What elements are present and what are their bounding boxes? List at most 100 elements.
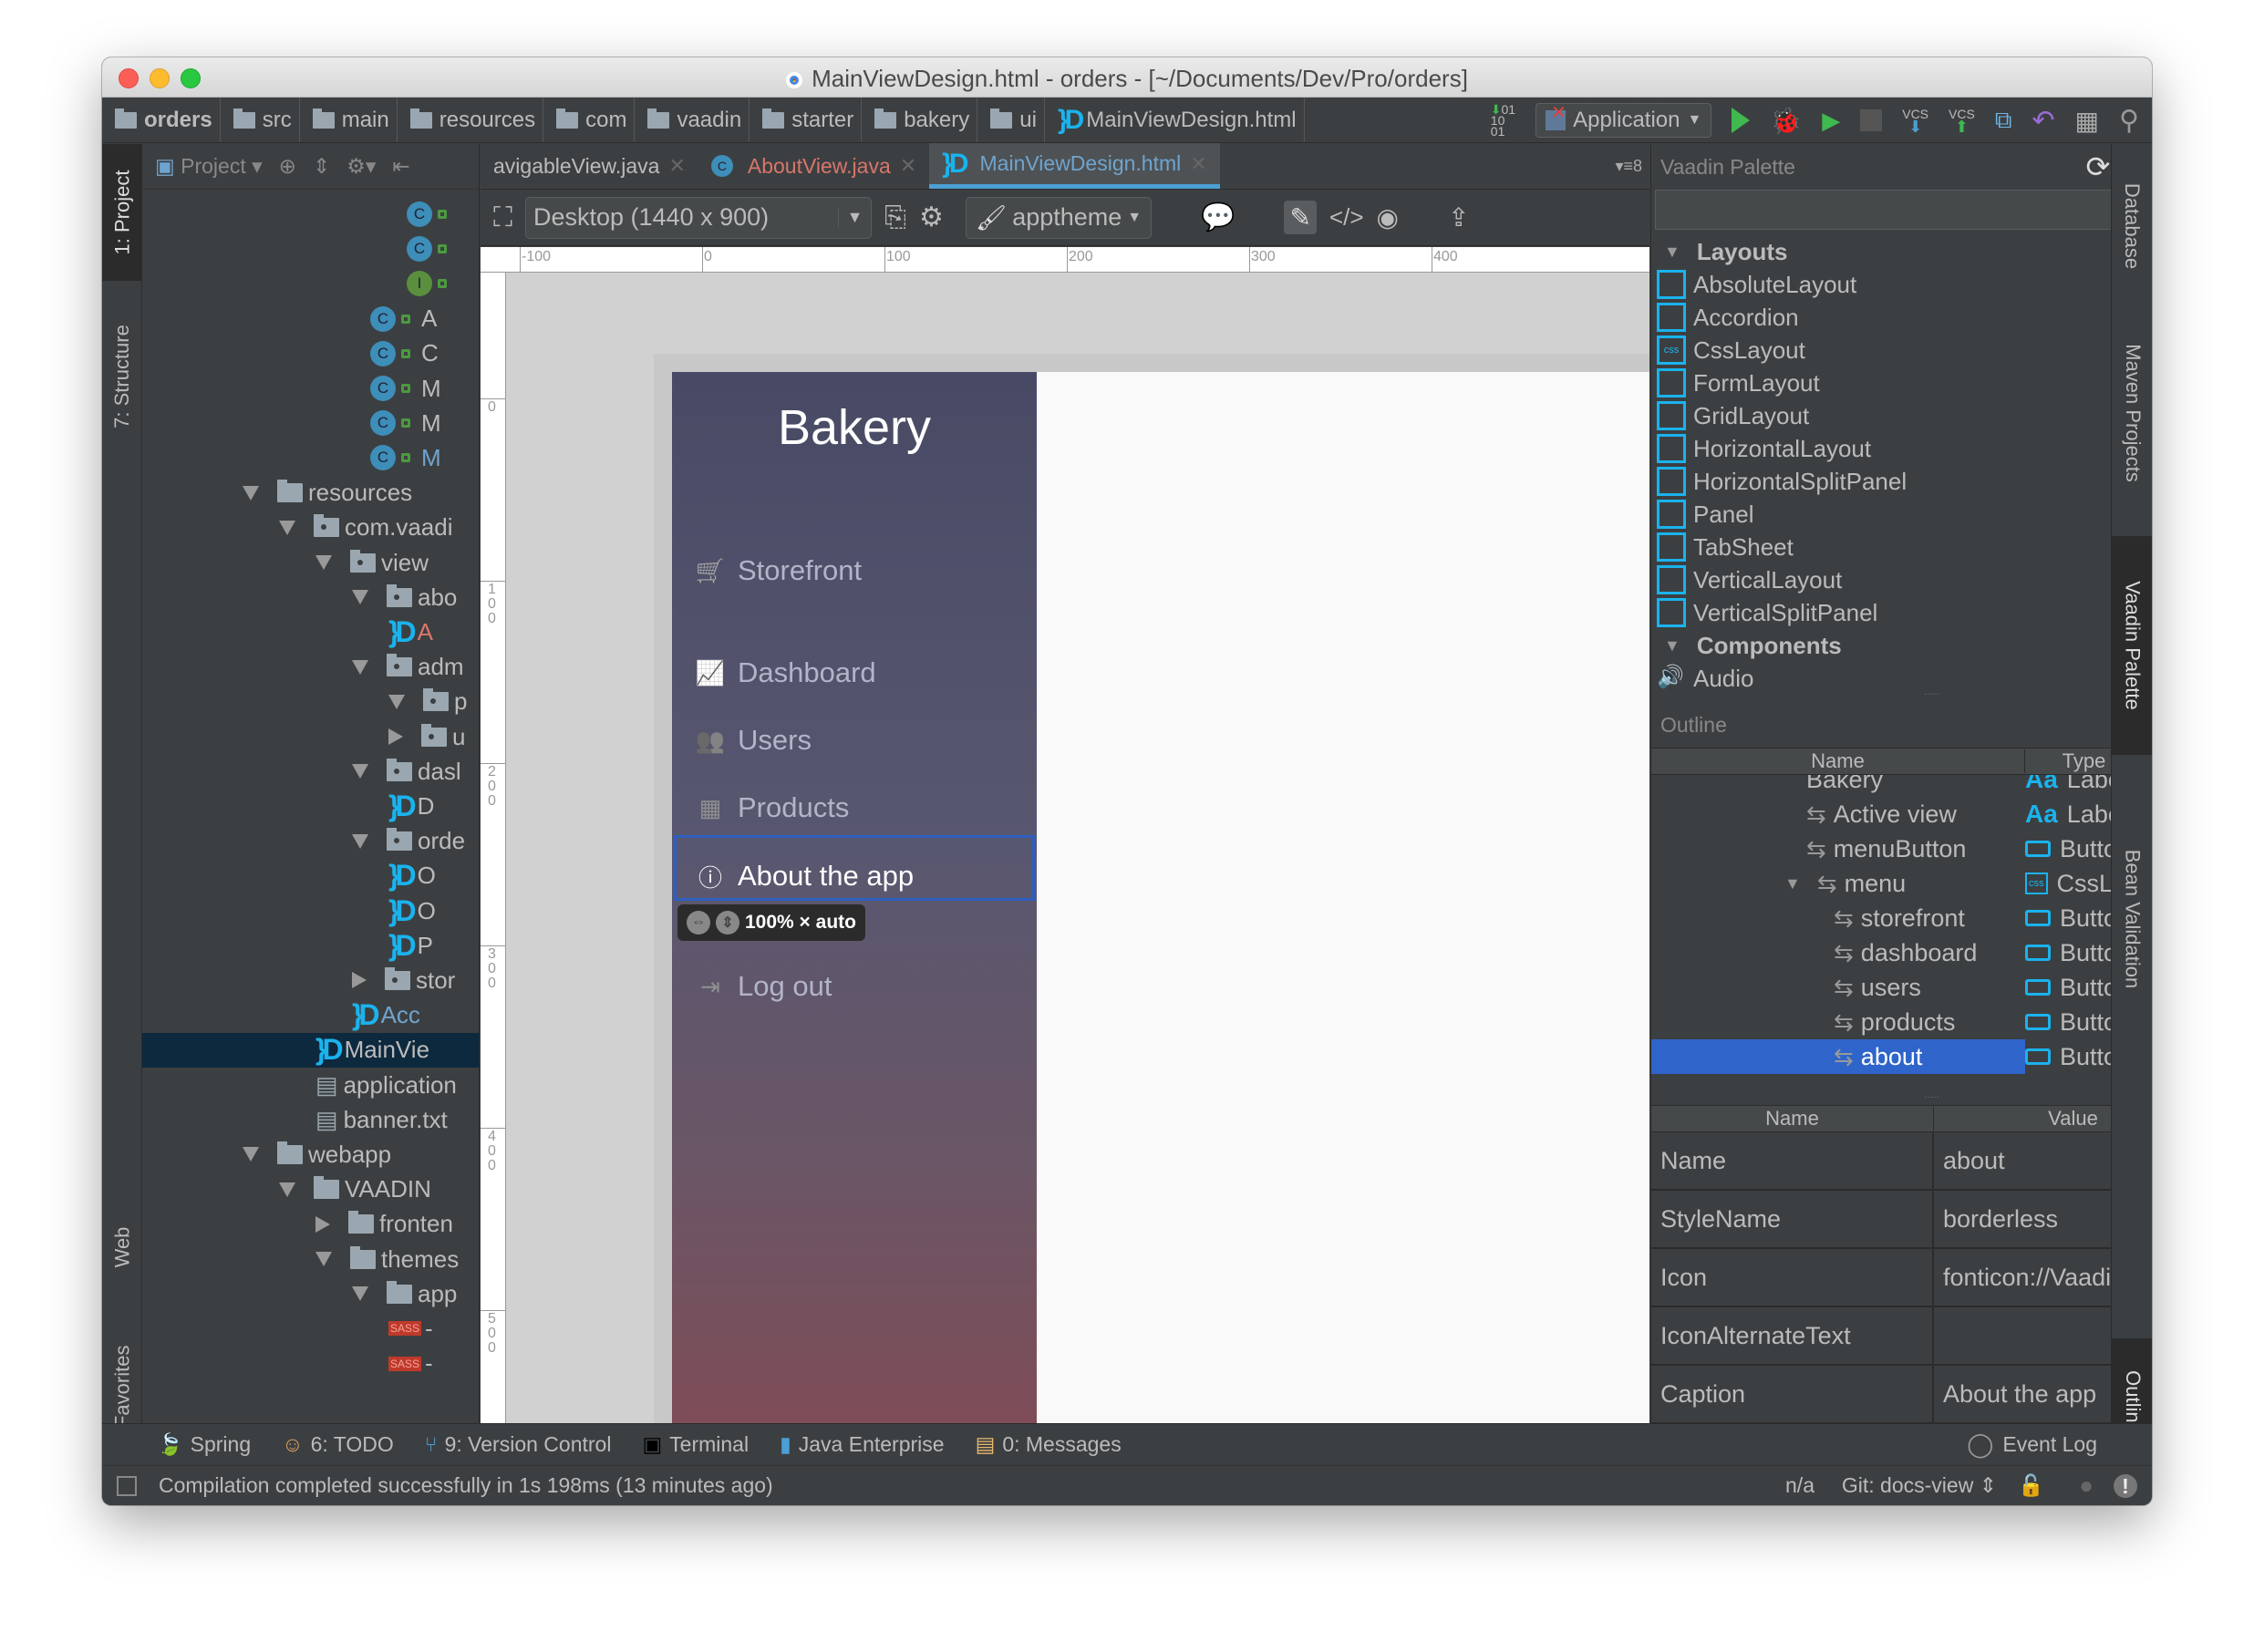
collapse-arrow-icon[interactable] xyxy=(315,555,332,570)
tree-item[interactable]: }D Acc xyxy=(352,998,420,1033)
breadcrumb-item[interactable]: ui xyxy=(977,98,1045,142)
tree-item[interactable]: resources xyxy=(243,476,412,511)
tree-item[interactable]: webapp xyxy=(243,1137,391,1172)
run-icon[interactable] xyxy=(1732,108,1751,133)
tree-item[interactable]: }D D xyxy=(388,789,434,823)
tree-item[interactable]: u xyxy=(388,719,465,754)
collapse-arrow-icon[interactable] xyxy=(243,1147,259,1162)
tree-item[interactable]: p xyxy=(388,685,467,719)
stop-icon[interactable] xyxy=(1860,109,1883,131)
breadcrumb-item[interactable]: resources xyxy=(398,98,544,142)
outline-row[interactable]: Bakery Aa Label xyxy=(1651,775,2152,797)
toggle-tool-windows-icon[interactable] xyxy=(117,1475,137,1496)
palette-category[interactable]: ▼ Layouts xyxy=(1657,235,2152,268)
tree-item[interactable]: CC xyxy=(370,336,439,371)
locate-icon[interactable]: ⊕ xyxy=(279,154,296,179)
tab-vaadin-palette[interactable]: Vaadin Palette xyxy=(2112,536,2152,755)
palette-item[interactable]: FormLayout xyxy=(1657,367,2152,399)
palette-item[interactable]: VerticalLayout xyxy=(1657,563,2152,596)
preview-eye-icon[interactable]: ◉ xyxy=(1377,202,1399,232)
tab-maven-projects[interactable]: Maven Projects xyxy=(2112,313,2152,513)
tab-about-view[interactable]: C AboutView.java ✕ xyxy=(698,143,929,189)
tab-navigable-view[interactable]: avigableView.java ✕ xyxy=(481,143,698,189)
breadcrumb-item[interactable]: }D MainViewDesign.html xyxy=(1045,98,1305,142)
coverage-icon[interactable]: ▶ xyxy=(1822,107,1840,135)
tree-item[interactable]: }D MainVie xyxy=(142,1032,479,1068)
outline-row[interactable]: ⇆ dashboard Button xyxy=(1651,935,2152,970)
tool-window-spring[interactable]: 🍃 Spring xyxy=(157,1432,251,1457)
expand-arrow-icon[interactable] xyxy=(352,972,367,989)
tool-window-java-enterprise[interactable]: ▮ Java Enterprise xyxy=(780,1432,944,1457)
tree-item[interactable]: com.vaadi xyxy=(279,511,453,545)
project-structure-icon[interactable]: ▦ xyxy=(2075,106,2099,136)
tree-item[interactable]: CM xyxy=(370,440,441,475)
menu-item-storefront[interactable]: 🛒 Storefront xyxy=(696,554,862,587)
collapse-arrow-icon[interactable] xyxy=(315,1252,332,1266)
git-branch-select[interactable]: Git: docs-view ⇕ xyxy=(1842,1473,1997,1498)
tree-item[interactable]: ▤ application xyxy=(315,1068,457,1102)
palette-item[interactable]: VerticalSplitPanel xyxy=(1657,596,2152,629)
tree-item[interactable]: ▤ banner.txt xyxy=(315,1102,448,1137)
collapse-arrow-icon[interactable] xyxy=(279,1182,295,1197)
vcs-update-button[interactable]: VCS ⬇ xyxy=(1902,108,1928,135)
collapse-arrow-icon[interactable] xyxy=(243,485,259,501)
collapse-arrow-icon[interactable] xyxy=(352,764,368,780)
palette-item[interactable]: AbsoluteLayout xyxy=(1657,268,2152,301)
lock-icon[interactable]: 🔓 xyxy=(2018,1473,2044,1498)
tree-item[interactable]: C xyxy=(407,197,458,232)
code-view-icon[interactable]: </> xyxy=(1329,203,1364,232)
palette-item[interactable]: 🔊 Audio xyxy=(1657,662,2152,692)
outline-row[interactable]: ⇆ about Button xyxy=(1651,1039,2152,1074)
event-log-button[interactable]: ◯ Event Log xyxy=(1967,1430,2097,1459)
tree-item[interactable]: view xyxy=(315,545,429,580)
tree-item[interactable]: dasl xyxy=(352,754,461,789)
column-header-name[interactable]: Name xyxy=(1651,749,2025,773)
settings-icon[interactable]: ⚙ xyxy=(919,201,944,233)
menu-item-dashboard[interactable]: 📈 Dashboard xyxy=(696,656,876,689)
tab-project[interactable]: 1: Project xyxy=(102,144,142,281)
expand-arrow-icon[interactable] xyxy=(315,1215,330,1233)
tab-web[interactable]: Web xyxy=(102,1202,142,1293)
outline-row[interactable]: ⇆ storefront Button xyxy=(1651,901,2152,935)
collapse-arrow-icon[interactable] xyxy=(279,520,295,535)
palette-item[interactable]: GridLayout xyxy=(1657,399,2152,432)
tab-database[interactable]: Database xyxy=(2112,162,2152,290)
tree-item[interactable]: app xyxy=(352,1276,457,1311)
collapse-arrow-icon[interactable] xyxy=(352,659,368,675)
tree-item[interactable]: SASS - xyxy=(388,1347,433,1381)
tool-window-messages[interactable]: ▤ 0: Messages xyxy=(976,1432,1122,1457)
expand-arrow-icon[interactable] xyxy=(388,728,403,745)
hide-panel-icon[interactable]: ⇤ xyxy=(392,154,409,179)
tool-window-terminal[interactable]: ▣ Terminal xyxy=(642,1432,749,1457)
vcs-commit-button[interactable]: VCS ⬆ xyxy=(1949,108,1975,135)
tab-bean-validation[interactable]: Bean Validation xyxy=(2112,810,2152,1028)
outline-row[interactable]: ⇆ products Button xyxy=(1651,1005,2152,1039)
collapse-arrow-icon[interactable] xyxy=(388,694,405,709)
export-icon[interactable]: ⇪ xyxy=(1448,202,1469,232)
collapse-arrow-icon[interactable]: ▼ xyxy=(1784,874,1801,893)
collapse-arrow-icon[interactable] xyxy=(352,833,368,849)
tree-item[interactable]: stor xyxy=(352,963,455,997)
breadcrumb-item[interactable]: vaadin xyxy=(635,98,750,142)
notification-icon[interactable]: ! xyxy=(2114,1473,2137,1498)
breadcrumb-item[interactable]: main xyxy=(300,98,398,142)
breadcrumb-item[interactable]: orders xyxy=(102,98,221,142)
tool-window-todo[interactable]: ☺ 6: TODO xyxy=(282,1432,394,1457)
fit-frame-icon[interactable]: ⛶ xyxy=(493,202,512,233)
collapse-all-icon[interactable]: ⇕ xyxy=(313,154,330,179)
width-toggle-icon[interactable]: ⇔ xyxy=(687,911,710,934)
run-config-select[interactable]: ✕ Application ▼ xyxy=(1535,103,1712,138)
vcs-binary-icon[interactable]: ⬇01 10 01 xyxy=(1491,103,1515,138)
tree-item[interactable]: themes xyxy=(315,1242,459,1276)
tree-item[interactable]: VAADIN xyxy=(279,1172,431,1207)
tree-item[interactable]: C xyxy=(407,232,458,266)
palette-search-input[interactable] xyxy=(1655,190,2152,230)
tree-item[interactable]: }D A xyxy=(388,614,433,649)
splitter-handle[interactable]: ····· xyxy=(1651,690,2152,702)
device-select[interactable]: Desktop (1440 x 900) ▼ xyxy=(525,196,872,239)
design-canvas[interactable]: -100 0 100 200 300 400 0 100 200 300 400 500 Baker… xyxy=(481,247,1649,1423)
tree-item[interactable]: orde xyxy=(352,824,465,859)
palette-item[interactable]: Accordion xyxy=(1657,301,2152,334)
gear-icon[interactable]: ⚙▾ xyxy=(346,154,376,179)
palette-item[interactable]: css CssLayout xyxy=(1657,334,2152,367)
